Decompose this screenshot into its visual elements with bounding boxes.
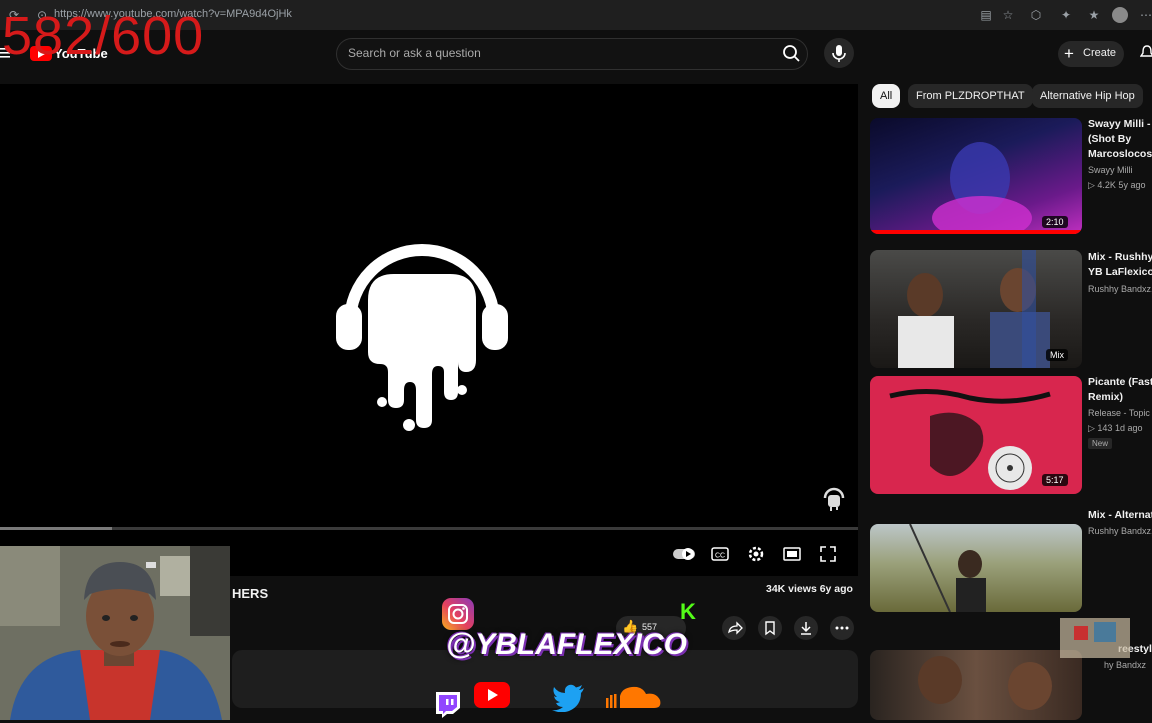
instagram-icon — [442, 598, 474, 630]
chip-from-channel[interactable]: From PLZDROPTHAT — [908, 84, 1033, 108]
favorites-icon[interactable]: ★ — [1086, 7, 1102, 23]
social-handle: @YBLAFLEXICO — [446, 628, 687, 661]
more-actions-icon[interactable] — [830, 616, 854, 640]
recommendation-channel[interactable]: Release - Topic — [1088, 406, 1150, 421]
soundcloud-icon — [602, 682, 666, 710]
extension-icon[interactable]: ✦ — [1058, 7, 1074, 23]
duration-badge: 2:10 — [1042, 216, 1068, 228]
video-meta: 34K views 6y ago — [766, 583, 853, 595]
recommendation-thumbnail[interactable] — [870, 524, 1082, 612]
create-label: Create — [1083, 47, 1117, 59]
chip-alternative-hip-hop[interactable]: Alternative Hip Hop — [1032, 84, 1143, 108]
recommendation-title-line[interactable]: (Shot By — [1088, 132, 1131, 147]
plus-icon: + — [1064, 44, 1074, 63]
progress-bar[interactable] — [0, 527, 858, 530]
svg-text:CC: CC — [715, 553, 725, 560]
new-badge: New — [1088, 438, 1113, 449]
recommendation-title[interactable]: Mix - Rushhy — [1088, 250, 1152, 265]
fullscreen-icon[interactable] — [818, 544, 838, 564]
save-bookmark-icon[interactable] — [758, 616, 782, 640]
recommendation-title[interactable]: Mix - Alternat — [1088, 508, 1152, 523]
bookmark-star-icon[interactable]: ☆ — [1000, 7, 1016, 23]
search-icon[interactable] — [776, 39, 806, 69]
recommendation-title[interactable]: Swayy Milli - I — [1088, 117, 1152, 132]
character-sticker — [1020, 612, 1150, 662]
recommendation-channel[interactable]: Rushhy Bandxz, — [1088, 282, 1152, 297]
profile-avatar[interactable] — [1112, 7, 1128, 23]
share-icon[interactable] — [722, 616, 746, 640]
recommendation-channel[interactable]: Rushhy Bandxz, — [1088, 524, 1152, 539]
chip-all[interactable]: All — [872, 84, 901, 108]
theater-mode-icon[interactable] — [782, 544, 802, 564]
overlay-counter: 582/600 — [2, 6, 205, 66]
recommendation-stats: ▷ 143 1d ago — [1088, 423, 1143, 433]
duration-badge: 5:17 — [1042, 474, 1068, 486]
download-icon[interactable] — [794, 616, 818, 640]
reader-mode-icon[interactable]: ▤ — [978, 7, 994, 23]
recommendation-channel[interactable]: Swayy Milli — [1088, 163, 1133, 178]
captions-icon[interactable]: CC — [710, 544, 730, 564]
recommendation-title-line[interactable]: Marcoslocost — [1088, 147, 1152, 162]
settings-gear-icon[interactable] — [746, 544, 766, 564]
microphone-icon[interactable] — [824, 38, 854, 68]
video-title-fragment: HERS — [232, 586, 269, 601]
recommendation-title[interactable]: Picante (Faste — [1088, 375, 1152, 390]
mix-badge: Mix — [1046, 349, 1068, 361]
recommendation-title-line[interactable]: YB LaFlexico — [1088, 265, 1152, 280]
autoplay-toggle[interactable] — [672, 544, 696, 564]
progress-bar-fill — [0, 527, 112, 530]
twitter-bird-icon — [552, 684, 586, 713]
headphones-drip-logo — [334, 222, 510, 437]
search-input[interactable]: Search or ask a question — [348, 46, 481, 60]
twitch-icon — [432, 690, 462, 718]
notifications-bell-icon[interactable] — [1139, 44, 1152, 60]
channel-watermark-icon[interactable] — [822, 486, 846, 512]
recommendation-stats: ▷ 4.2K 5y ago — [1088, 180, 1146, 190]
youtube-social-icon — [474, 682, 510, 708]
webcam-overlay — [0, 546, 230, 720]
more-menu-icon[interactable]: ⋯ — [1138, 7, 1152, 23]
kick-logo-icon: K — [680, 599, 696, 624]
recommendation-title-line[interactable]: Remix) — [1088, 390, 1123, 405]
extensions-icon[interactable]: ⬡ — [1028, 7, 1044, 23]
